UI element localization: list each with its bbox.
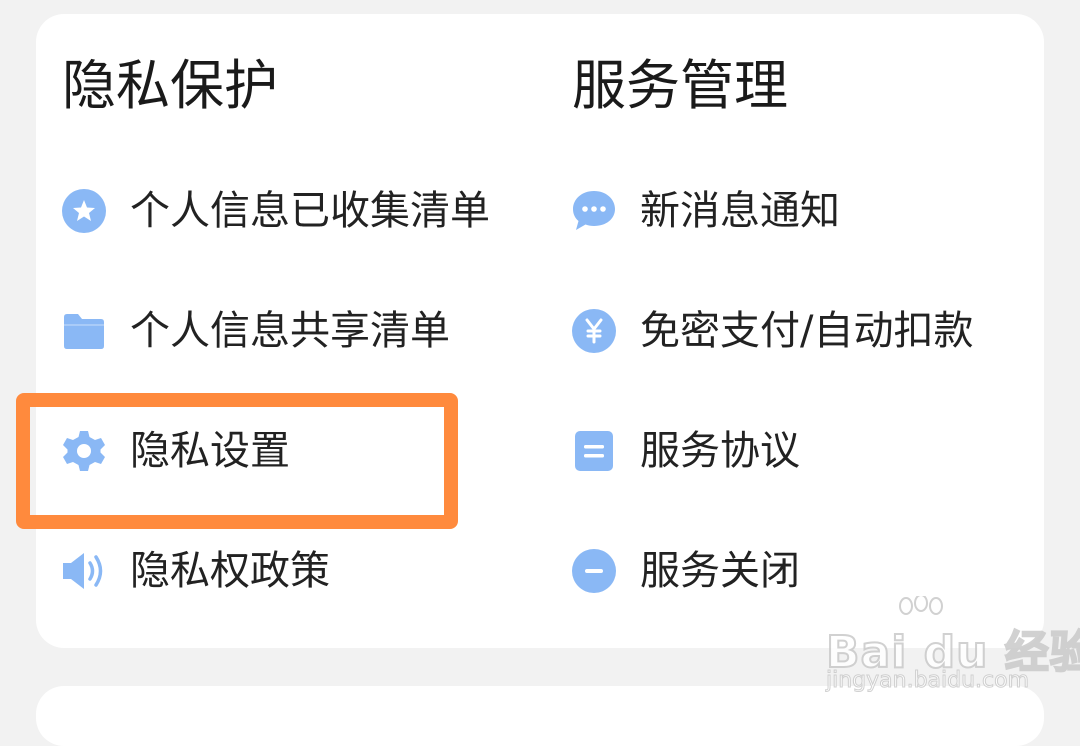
service-close-item[interactable]: 服务关闭: [570, 536, 800, 606]
shared-info-list-item[interactable]: 个人信息共享清单: [60, 296, 450, 366]
service-close-label: 服务关闭: [640, 548, 800, 594]
service-agreement-label: 服务协议: [640, 428, 800, 474]
star-circle-icon: [60, 187, 108, 235]
auto-payment-item[interactable]: 免密支付/自动扣款: [570, 296, 973, 366]
privacy-section-title: 隐私保护: [62, 54, 278, 117]
watermark-url: jingyan.baidu.com: [825, 668, 1030, 694]
privacy-policy-label: 隐私权政策: [130, 548, 330, 594]
privacy-policy-item[interactable]: 隐私权政策: [60, 536, 330, 606]
shared-info-list-label: 个人信息共享清单: [130, 308, 450, 354]
collected-info-list-item[interactable]: 个人信息已收集清单: [60, 176, 490, 246]
baidu-jingyan-watermark: Bai du 经验 jingyan.baidu.com: [825, 594, 1080, 706]
message-notification-label: 新消息通知: [640, 188, 840, 234]
highlight-annotation-box: [16, 393, 458, 529]
speaker-icon: [60, 547, 108, 595]
auto-payment-label: 免密支付/自动扣款: [640, 308, 974, 354]
message-notification-item[interactable]: 新消息通知: [570, 176, 840, 246]
yen-circle-icon: [570, 307, 618, 355]
service-section-title: 服务管理: [572, 54, 788, 117]
service-agreement-item[interactable]: 服务协议: [570, 416, 800, 486]
folder-icon: [60, 307, 108, 355]
collected-info-list-label: 个人信息已收集清单: [130, 188, 490, 234]
document-icon: [570, 427, 618, 475]
chat-bubble-icon: [570, 187, 618, 235]
minus-circle-icon: [570, 547, 618, 595]
